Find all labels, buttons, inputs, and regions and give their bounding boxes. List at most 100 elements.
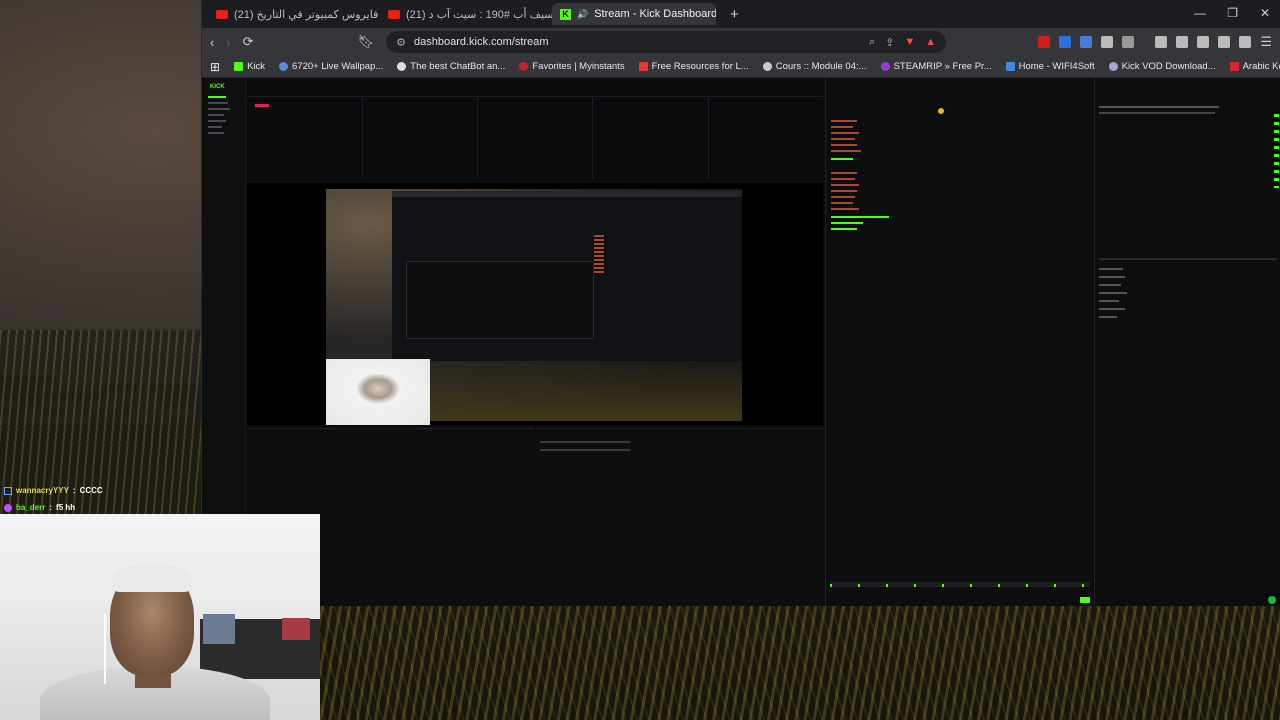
sidebar-item[interactable] (208, 114, 224, 116)
nested-browser-capture (392, 191, 742, 361)
tab-kick-dashboard[interactable]: K 🔊 Stream - Kick Dashboard ✕ (552, 3, 716, 25)
url-text: dashboard.kick.com/stream (413, 36, 549, 48)
menu-icon[interactable]: ☰ (1260, 34, 1272, 50)
bookmark-item[interactable]: Kick (234, 61, 265, 72)
webcam-overlay (0, 514, 320, 720)
extension-icon[interactable] (1080, 36, 1093, 48)
quick-action[interactable] (1099, 308, 1125, 310)
wallet-icon[interactable] (1197, 36, 1210, 48)
person-cap (113, 564, 191, 592)
maximize-button[interactable]: ❐ (1227, 6, 1238, 20)
chat-send-button[interactable] (1080, 597, 1090, 603)
minimize-button[interactable]: — (1194, 6, 1206, 20)
chat-username: wannacryYYY (16, 486, 69, 495)
bookmark-item[interactable]: Free Resources for L... (638, 61, 749, 72)
user-avatar (938, 108, 944, 114)
new-tab-button[interactable]: + (730, 6, 739, 23)
bookmark-item[interactable]: STEAMRIP » Free Pr... (880, 61, 992, 72)
chat-message (831, 228, 857, 230)
apps-grid-icon[interactable]: ⊞ (210, 60, 220, 74)
live-badge (255, 104, 269, 107)
kick-icon (234, 62, 244, 71)
leo-ai-icon[interactable] (1218, 36, 1231, 48)
brave-rewards-icon[interactable]: ▲ (925, 36, 936, 49)
info-line (1099, 106, 1219, 108)
chat-message (831, 208, 859, 210)
chat-message (831, 178, 855, 180)
quick-action[interactable] (1099, 316, 1117, 318)
extensions-area: ☰ (1038, 34, 1272, 50)
bookmark-item[interactable]: Arabic Keyboard ™... (1229, 61, 1280, 72)
stream-info-panel (1094, 78, 1280, 606)
tab-youtube-2[interactable]: (21) حرب السيف أب #190 : سيت آب د... (380, 3, 552, 25)
chat-message (831, 196, 855, 198)
sidebar-item[interactable] (208, 102, 228, 104)
stat-divider (477, 98, 478, 178)
chat-message (831, 150, 861, 152)
chat-message (831, 184, 859, 186)
stat-divider (708, 98, 709, 178)
bookmarks-bar: ⊞ Kick 6720+ Live Wallpap... The best Ch… (202, 56, 1280, 78)
media-icon[interactable] (1155, 36, 1168, 48)
mod-actions-panel (536, 428, 823, 606)
chat-message (831, 172, 857, 174)
brave-shield-icon[interactable]: ▼ (904, 36, 915, 49)
browser-window: (21) اخطر فايروس كمبيوتر في التاريخ (21)… (201, 0, 1280, 606)
course-icon (762, 62, 772, 71)
search-icon[interactable]: ⌕ (869, 36, 875, 49)
sidebar-item[interactable] (208, 132, 224, 134)
youtube-icon (216, 9, 228, 19)
nested-preview (406, 261, 594, 339)
feed-line (540, 449, 630, 451)
kick-icon: K (560, 8, 571, 20)
bookmark-item[interactable]: Kick VOD Download... (1108, 61, 1216, 72)
chat-message (831, 222, 863, 224)
kick-dashboard: KICK (202, 78, 1280, 606)
nested-chat-capture (594, 235, 604, 275)
bookmark-item[interactable]: Cours :: Module 04:... (762, 61, 867, 72)
earphone-cable (104, 614, 106, 684)
reload-icon[interactable]: ⟳ (243, 34, 254, 50)
nested-stream-capture (326, 189, 742, 425)
sidebar-item[interactable] (208, 120, 226, 122)
extension-icon[interactable] (1038, 36, 1051, 48)
side-indicator-bar (1274, 114, 1279, 188)
quick-action[interactable] (1099, 284, 1121, 286)
stats-divider (247, 96, 823, 97)
extensions-puzzle-icon[interactable] (1101, 36, 1114, 48)
feed-line (540, 441, 630, 443)
address-bar[interactable]: ⚙ dashboard.kick.com/stream ⌕ ⇪ ▼ ▲ (386, 31, 947, 53)
tab-strip: (21) اخطر فايروس كمبيوتر في التاريخ (21)… (202, 0, 1280, 28)
extension-icon[interactable] (1122, 36, 1135, 48)
bookmark-icon[interactable]: 🔖︎ (358, 34, 375, 50)
tab-youtube-1[interactable]: (21) اخطر فايروس كمبيوتر في التاريخ (208, 3, 380, 25)
overlay-chat: wannacryYYY : CCCC ba_derr : f5 hh (4, 482, 103, 516)
arabic-keyboard-icon (1229, 62, 1239, 71)
sidebar-icon[interactable] (1176, 36, 1189, 48)
quick-action[interactable] (1099, 268, 1123, 270)
back-icon[interactable]: ‹ (210, 35, 214, 50)
quick-action[interactable] (1099, 292, 1127, 294)
sidebar-item[interactable] (208, 96, 226, 98)
kick-logo: KICK (210, 84, 225, 90)
vod-download-icon (1108, 62, 1118, 71)
vpn-icon[interactable] (1239, 36, 1252, 48)
myinstants-icon (519, 62, 529, 71)
steamrip-icon (880, 62, 890, 71)
bookmark-item[interactable]: 6720+ Live Wallpap... (279, 61, 383, 72)
quick-action[interactable] (1099, 300, 1119, 302)
tab-title: Stream - Kick Dashboard (594, 8, 716, 20)
quick-action[interactable] (1099, 276, 1125, 278)
bookmark-item[interactable]: Favorites | Myinstants (519, 61, 625, 72)
extension-icon[interactable] (1059, 36, 1072, 48)
bookmark-item[interactable]: The best ChatBot an... (397, 61, 505, 72)
forward-icon[interactable]: › (226, 35, 230, 50)
close-window-button[interactable]: ✕ (1260, 6, 1270, 20)
share-icon[interactable]: ⇪ (885, 36, 894, 49)
bookmark-item[interactable]: Home - WIFI4Soft (1005, 61, 1095, 72)
site-info-icon[interactable]: ⚙ (396, 36, 406, 49)
resources-icon (638, 62, 648, 71)
sidebar-item[interactable] (208, 108, 230, 110)
sidebar-item[interactable] (208, 126, 222, 128)
stat-divider (362, 98, 363, 178)
